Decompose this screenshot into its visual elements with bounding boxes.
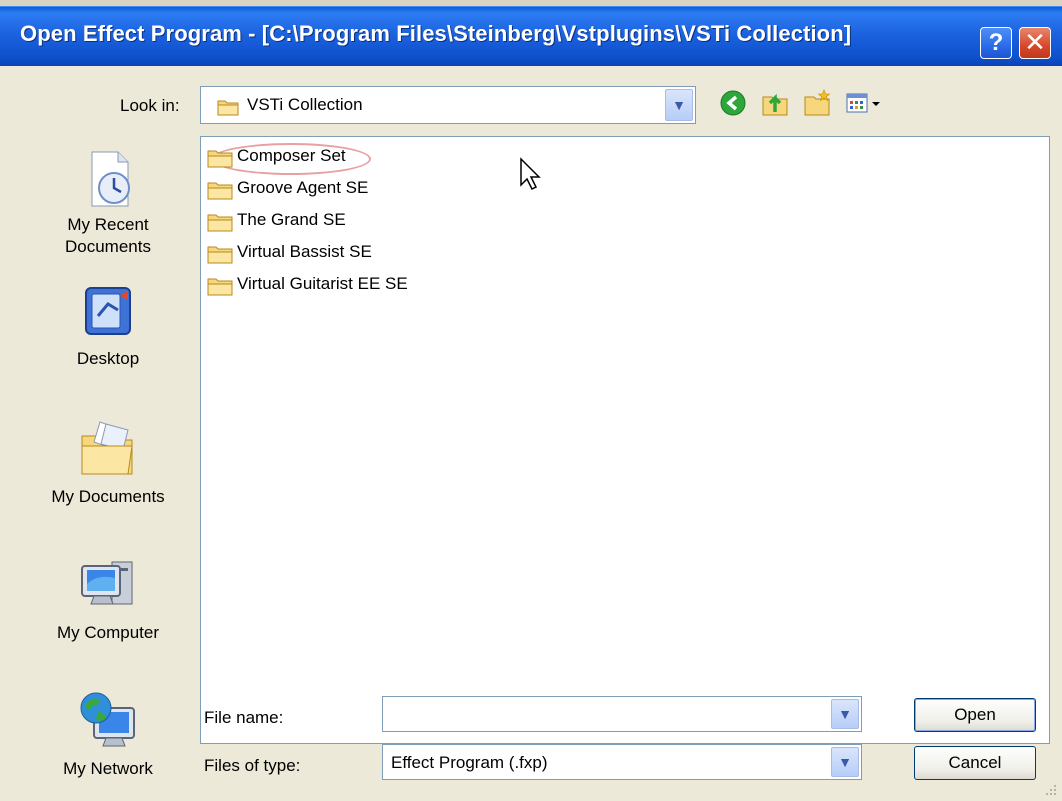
my-computer-icon xyxy=(24,552,192,622)
chevron-down-icon[interactable]: ▼ xyxy=(831,699,859,729)
file-name: The Grand SE xyxy=(237,210,346,229)
filename-combo[interactable]: ▼ xyxy=(382,696,862,732)
dialog-body: Look in: VSTi Collection ▼ My Recent Doc… xyxy=(0,66,1062,801)
filetype-combo[interactable]: Effect Program (.fxp) ▼ xyxy=(382,744,862,780)
file-name: Composer Set xyxy=(237,146,346,165)
folder-icon xyxy=(207,276,233,301)
filename-label: File name: xyxy=(204,708,284,727)
my-network-icon xyxy=(24,688,192,758)
folder-icon xyxy=(207,180,233,205)
place-label-line2: Documents xyxy=(65,237,151,256)
view-menu-icon[interactable] xyxy=(844,88,884,123)
help-button[interactable]: ? xyxy=(980,27,1012,59)
filetype-label: Files of type: xyxy=(204,756,301,775)
up-folder-icon[interactable] xyxy=(760,88,790,123)
window-title: Open Effect Program - [C:\Program Files\… xyxy=(20,21,852,46)
filetype-value: Effect Program (.fxp) xyxy=(391,753,548,772)
place-label-line1: My Network xyxy=(63,759,153,778)
cancel-button[interactable]: Cancel xyxy=(914,746,1036,780)
place-my-documents[interactable]: My Documents xyxy=(24,416,192,508)
lookin-combo[interactable]: VSTi Collection ▼ xyxy=(200,86,696,124)
open-button[interactable]: Open xyxy=(914,698,1036,732)
my-documents-icon xyxy=(24,416,192,486)
title-bar[interactable]: Open Effect Program - [C:\Program Files\… xyxy=(0,6,1062,66)
place-label-line1: My Computer xyxy=(56,623,160,642)
file-list[interactable]: Composer Set Groove Agent SE The Grand S… xyxy=(200,136,1050,744)
new-folder-icon[interactable] xyxy=(802,88,832,123)
places-bar: My Recent Documents Desktop My Documents… xyxy=(24,136,192,801)
place-my-computer[interactable]: My Computer xyxy=(24,552,192,644)
resize-grip-icon[interactable] xyxy=(1042,781,1058,797)
lookin-label: Look in: xyxy=(120,96,180,115)
close-button[interactable]: ✕ xyxy=(1019,27,1051,59)
place-label-line1: Desktop xyxy=(76,349,140,368)
folder-icon xyxy=(207,244,233,269)
chevron-down-icon[interactable]: ▼ xyxy=(831,747,859,777)
lookin-value: VSTi Collection xyxy=(247,95,363,114)
place-my-recent-documents[interactable]: My Recent Documents xyxy=(24,148,192,258)
folder-icon xyxy=(207,212,233,237)
recent-documents-icon xyxy=(24,148,192,214)
file-name: Groove Agent SE xyxy=(237,178,369,197)
place-desktop[interactable]: Desktop xyxy=(24,282,192,370)
place-label-line1: My Documents xyxy=(51,487,165,506)
place-label-line1: My Recent xyxy=(67,215,149,234)
mouse-cursor-icon xyxy=(519,157,541,196)
file-name: Virtual Guitarist EE SE xyxy=(237,274,408,293)
desktop-icon xyxy=(24,282,192,348)
folder-icon xyxy=(217,98,239,121)
back-icon[interactable] xyxy=(718,88,748,123)
folder-icon xyxy=(207,148,233,173)
file-name: Virtual Bassist SE xyxy=(237,242,372,261)
place-my-network[interactable]: My Network xyxy=(24,688,192,780)
chevron-down-icon[interactable]: ▼ xyxy=(665,89,693,121)
